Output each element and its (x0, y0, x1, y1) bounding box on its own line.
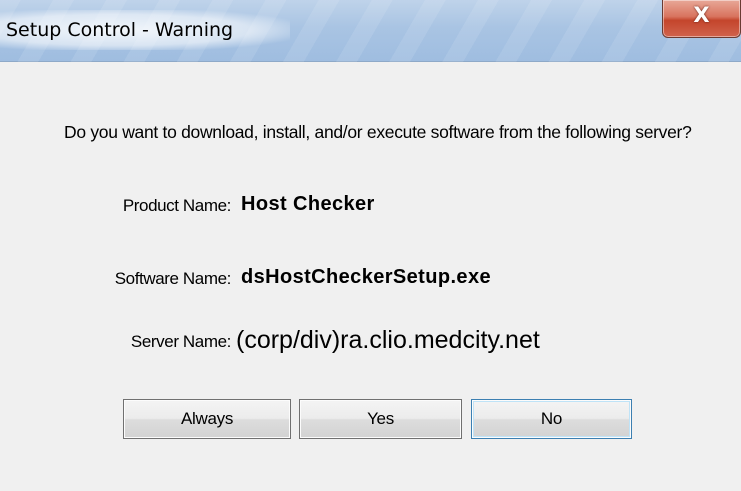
software-name-label: Software Name: (114, 269, 232, 288)
dialog-body: Do you want to download, install, and/or… (0, 62, 741, 491)
title-bar[interactable]: Setup Control - Warning X (0, 0, 741, 62)
server-name-label: Server Name: (130, 332, 231, 351)
product-name-value: Host Checker (241, 193, 375, 215)
prompt-text: Do you want to download, install, and/or… (64, 122, 692, 142)
no-button[interactable]: No (471, 399, 632, 439)
close-icon: X (693, 3, 710, 27)
window-title: Setup Control - Warning (6, 19, 234, 41)
always-button[interactable]: Always (123, 399, 291, 439)
product-name-label: Product Name: (122, 196, 232, 215)
dialog-window: Setup Control - Warning X Do you want to… (0, 0, 741, 491)
close-button[interactable]: X (662, 0, 741, 38)
server-name-value: (corp/div)ra.clio.medcity.net (236, 326, 540, 354)
software-name-value: dsHostCheckerSetup.exe (241, 266, 492, 288)
yes-button[interactable]: Yes (299, 399, 462, 439)
